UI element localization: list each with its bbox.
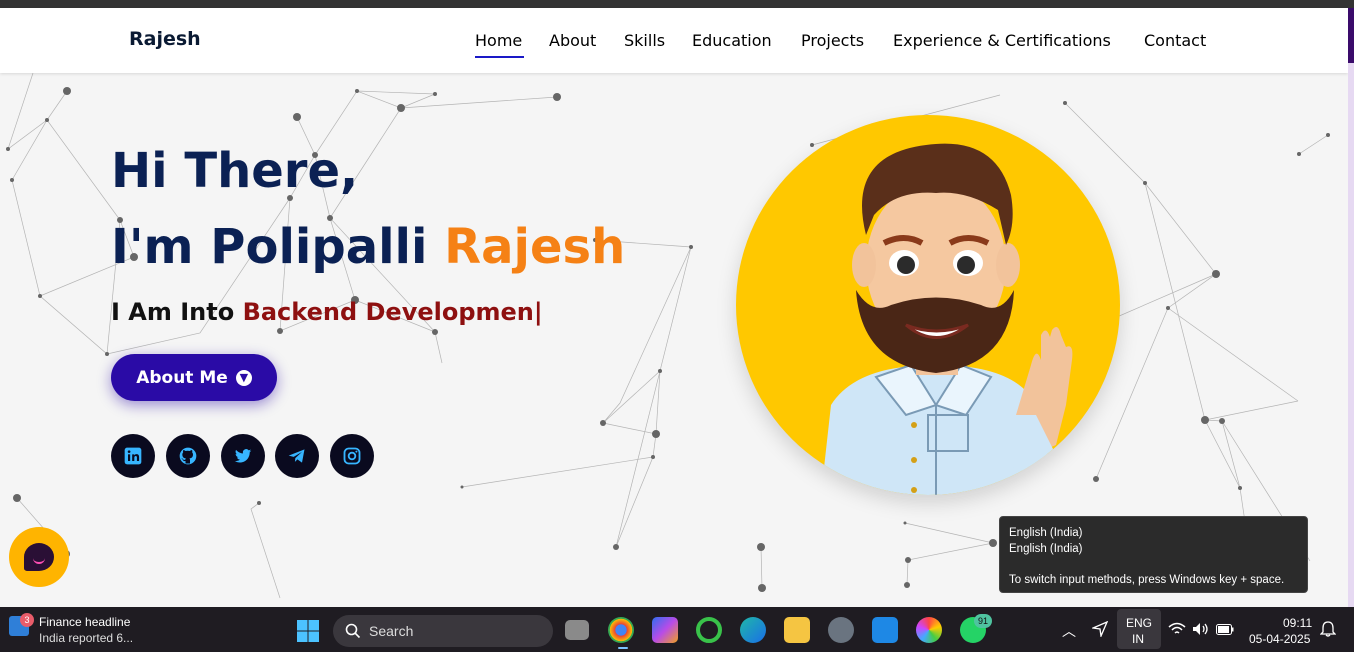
hero-tagline: I Am Into Backend Developmen| (111, 298, 543, 326)
green-circle-app-icon[interactable] (696, 617, 722, 643)
whatsapp-badge: 91 (974, 614, 992, 628)
instagram-icon (343, 447, 361, 465)
news-subtext[interactable]: India reported 6... (39, 631, 133, 645)
edge-icon[interactable] (740, 617, 766, 643)
about-me-label: About Me (136, 367, 228, 388)
twitter-button[interactable] (221, 434, 265, 478)
scrollbar-track[interactable] (1348, 8, 1354, 608)
input-method-tooltip: English (India) English (India) To switc… (999, 516, 1308, 593)
clock-date[interactable]: 05-04-2025 (1249, 632, 1310, 646)
nav-skills-link[interactable]: Skills (624, 31, 665, 50)
settings-gear-icon[interactable] (828, 617, 854, 643)
chrome-icon[interactable] (608, 617, 634, 643)
taskbar-search-box[interactable]: Search (333, 615, 553, 647)
photos-app-icon[interactable] (916, 617, 942, 643)
hero-intro: I'm Polipalli Rajesh (111, 219, 625, 275)
cartoon-avatar-image (821, 143, 1073, 495)
wifi-icon[interactable] (1168, 622, 1186, 636)
chat-bubble-icon (24, 543, 54, 571)
tooltip-line-1: English (India) (1009, 527, 1083, 539)
tooltip-line-2: English (India) (1009, 543, 1083, 555)
about-me-button[interactable]: About Me ▼ (111, 354, 277, 401)
volume-icon[interactable] (1192, 622, 1210, 636)
tagline-typed: Backend Developmen| (242, 298, 543, 326)
profile-avatar (736, 115, 1120, 495)
nav-projects-link[interactable]: Projects (801, 31, 864, 50)
search-icon (345, 623, 361, 639)
nav-education-link[interactable]: Education (692, 31, 772, 50)
tooltip-hint: To switch input methods, press Windows k… (1009, 574, 1285, 586)
nav-home-link[interactable]: Home (475, 31, 522, 50)
notification-bell-icon[interactable] (1320, 621, 1336, 637)
arrow-down-circle-icon: ▼ (235, 369, 252, 386)
linkedin-icon (124, 447, 142, 465)
hero-greeting: Hi There, (111, 143, 359, 199)
navbar: Rajesh Home About Skills Education Proje… (0, 8, 1348, 73)
copilot-icon[interactable] (652, 617, 678, 643)
chat-widget-button[interactable] (9, 527, 69, 587)
telegram-icon (288, 449, 305, 463)
task-view-icon[interactable] (565, 620, 589, 640)
language-line-1: ENG (1126, 616, 1153, 630)
search-placeholder: Search (369, 623, 414, 639)
news-headline[interactable]: Finance headline (39, 615, 130, 629)
language-line-2: IN (1132, 632, 1144, 646)
hero-intro-text: I'm Polipalli (111, 219, 445, 275)
github-icon (179, 447, 197, 465)
clock-time[interactable]: 09:11 (1283, 616, 1312, 630)
windows-start-icon[interactable] (296, 619, 320, 643)
telegram-button[interactable] (275, 434, 319, 478)
twitter-icon (234, 449, 252, 463)
active-nav-underline (475, 56, 524, 58)
nav-experience-link[interactable]: Experience & Certifications (893, 31, 1111, 50)
vscode-icon[interactable] (872, 617, 898, 643)
nav-contact-link[interactable]: Contact (1144, 31, 1206, 50)
brand-logo[interactable]: Rajesh (129, 28, 201, 50)
hero-name: Rajesh (444, 219, 626, 275)
nav-about-link[interactable]: About (549, 31, 596, 50)
chrome-active-indicator (618, 647, 628, 649)
location-arrow-icon[interactable] (1092, 621, 1108, 637)
scrollbar-thumb[interactable] (1348, 8, 1354, 63)
news-badge: 3 (20, 613, 34, 627)
show-hidden-icons-chevron-icon[interactable]: ︿ (1062, 621, 1076, 641)
linkedin-button[interactable] (111, 434, 155, 478)
battery-icon[interactable] (1216, 624, 1234, 635)
github-button[interactable] (166, 434, 210, 478)
file-explorer-icon[interactable] (784, 617, 810, 643)
windows-taskbar: 3 Finance headline India reported 6... S… (0, 607, 1354, 652)
tagline-prefix: I Am Into (111, 298, 243, 326)
browser-top-strip (0, 0, 1354, 8)
instagram-button[interactable] (330, 434, 374, 478)
